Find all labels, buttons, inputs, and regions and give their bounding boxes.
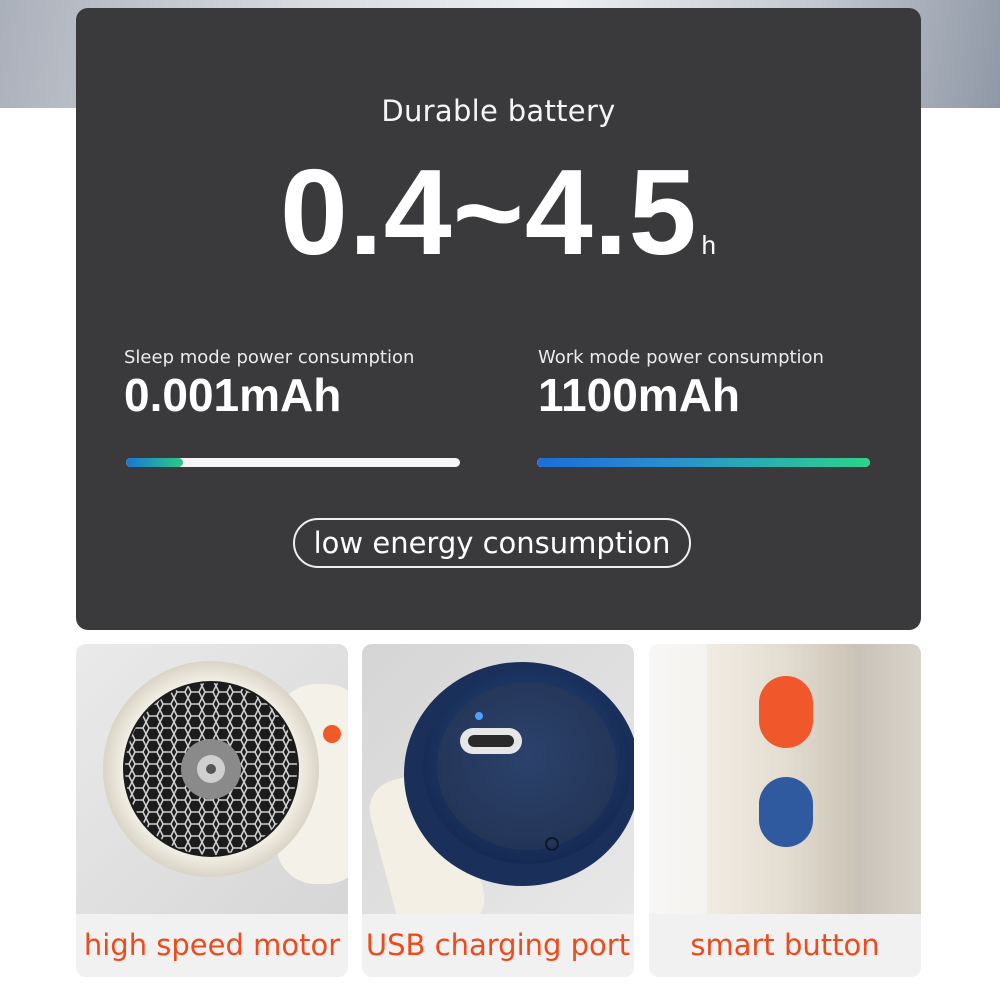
sleep-mode-value: 0.001mAh	[124, 369, 342, 421]
feature-card-button: smart button	[649, 644, 921, 977]
button-photo	[649, 644, 921, 914]
feature-card-usb: USB charging port	[362, 644, 634, 977]
power-buttons-icon	[649, 644, 921, 914]
battery-life-value: 0.4~4.5	[280, 144, 698, 280]
button-caption: smart button	[690, 928, 880, 962]
sleep-mode-bar	[126, 458, 460, 467]
low-energy-badge: low energy consumption	[293, 518, 691, 568]
battery-title: Durable battery	[381, 94, 616, 128]
motor-caption: high speed motor	[83, 928, 341, 962]
work-mode-bar	[537, 458, 870, 467]
battery-life-range: 0.4~4.5 h	[76, 142, 921, 282]
usb-c-port-icon	[362, 644, 634, 914]
battery-life-unit: h	[701, 230, 717, 260]
work-mode-value: 1100mAh	[538, 369, 741, 421]
sleep-mode-label: Sleep mode power consumption	[124, 347, 415, 368]
motor-fan-icon	[76, 644, 348, 914]
usb-caption: USB charging port	[365, 928, 631, 962]
feature-card-motor: high speed motor	[76, 644, 348, 977]
sleep-mode-bar-fill	[126, 458, 183, 467]
work-mode-bar-fill	[537, 458, 870, 467]
work-mode-label: Work mode power consumption	[538, 347, 824, 368]
usb-photo	[362, 644, 634, 914]
battery-panel: Durable battery 0.4~4.5 h Sleep mode powe…	[76, 8, 921, 630]
motor-photo	[76, 644, 348, 914]
